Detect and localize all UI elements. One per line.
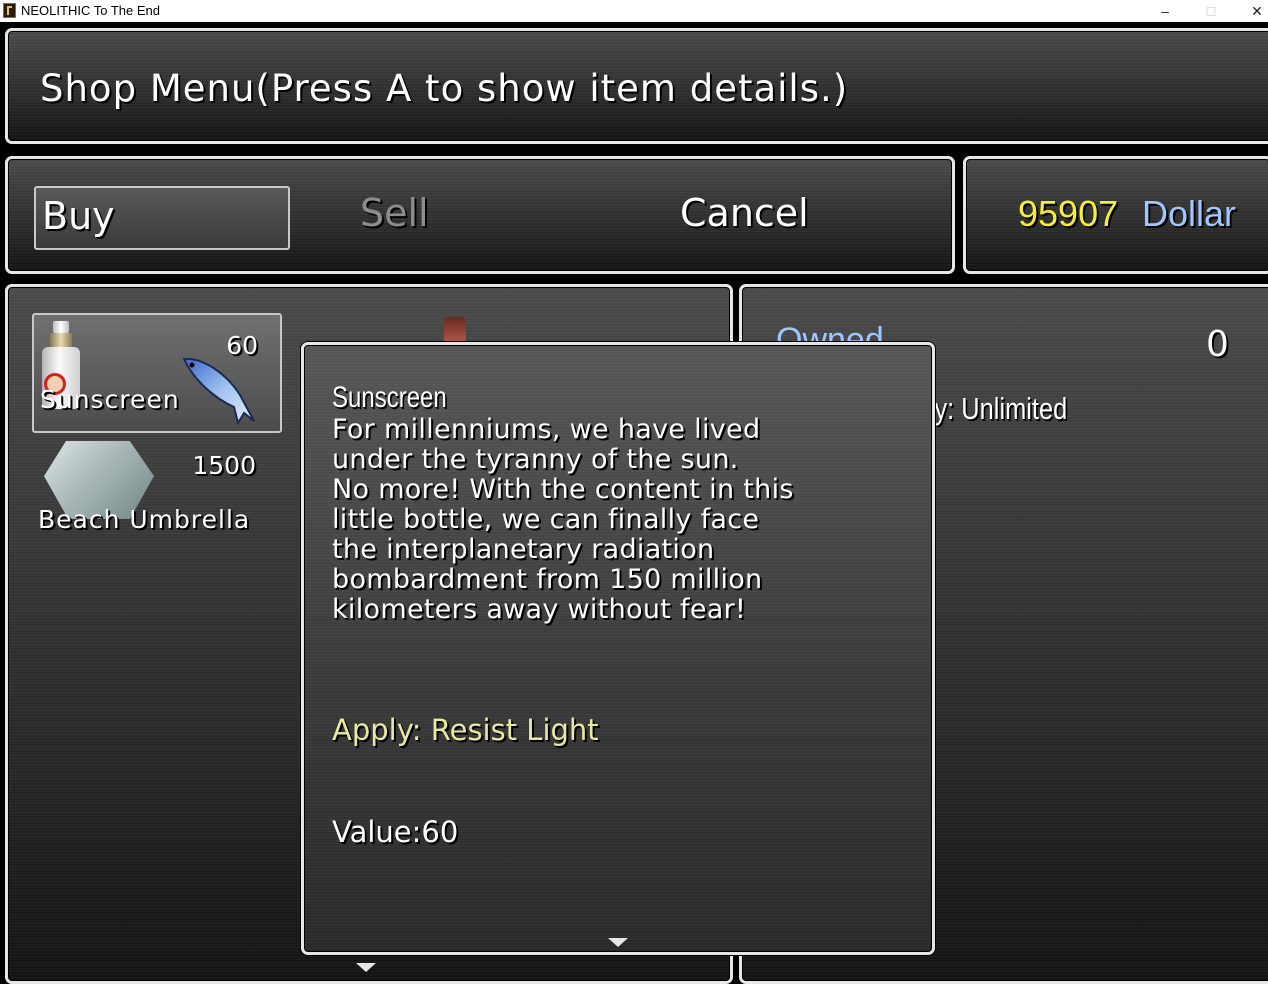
- owned-value: 0: [1206, 324, 1229, 365]
- window-title: NEOLITHIC To The End: [21, 3, 160, 18]
- item-price: 60: [226, 331, 258, 360]
- scroll-down-arrow-icon[interactable]: [356, 963, 376, 972]
- buy-command[interactable]: Buy: [34, 186, 290, 250]
- item-detail-window: Sunscreen For millenniums, we have lived…: [301, 342, 935, 955]
- gold-window: 95907 Dollar: [963, 156, 1268, 274]
- detail-item-name: Sunscreen: [332, 381, 447, 414]
- detail-effect: Apply: Resist Light: [332, 713, 599, 747]
- help-text: Shop Menu(Press A to show item details.): [40, 67, 849, 110]
- shop-item-beach-umbrella[interactable]: 1500 Beach Umbrella: [32, 435, 282, 555]
- detail-value: Value:60: [332, 815, 459, 849]
- currency-unit: Dollar: [1142, 193, 1237, 234]
- buy-command-label: Buy: [42, 194, 115, 238]
- app-icon: [3, 3, 16, 18]
- sell-command[interactable]: Sell: [360, 191, 429, 235]
- shop-item-sunscreen[interactable]: 60 Sunscreen: [32, 313, 282, 433]
- scroll-down-arrow-icon[interactable]: [608, 938, 628, 947]
- inventory-capacity: ry: Unlimited: [926, 391, 1068, 426]
- item-name: Beach Umbrella: [38, 505, 251, 534]
- cancel-command[interactable]: Cancel: [680, 191, 809, 235]
- item-name: Sunscreen: [40, 385, 180, 414]
- item-price: 1500: [192, 451, 256, 480]
- maximize-button[interactable]: □: [1188, 0, 1234, 22]
- window-titlebar: NEOLITHIC To The End – □ ✕: [0, 0, 1268, 22]
- gold-amount: 95907: [1018, 193, 1119, 234]
- help-window: Shop Menu(Press A to show item details.): [5, 28, 1268, 144]
- shop-command-window: Buy Sell Cancel: [5, 156, 955, 274]
- fish-icon: [182, 357, 255, 426]
- close-button[interactable]: ✕: [1234, 0, 1268, 22]
- minimize-button[interactable]: –: [1142, 0, 1188, 22]
- game-screen: Shop Menu(Press A to show item details.)…: [0, 22, 1268, 984]
- detail-description: For millenniums, we have lived under the…: [332, 414, 794, 625]
